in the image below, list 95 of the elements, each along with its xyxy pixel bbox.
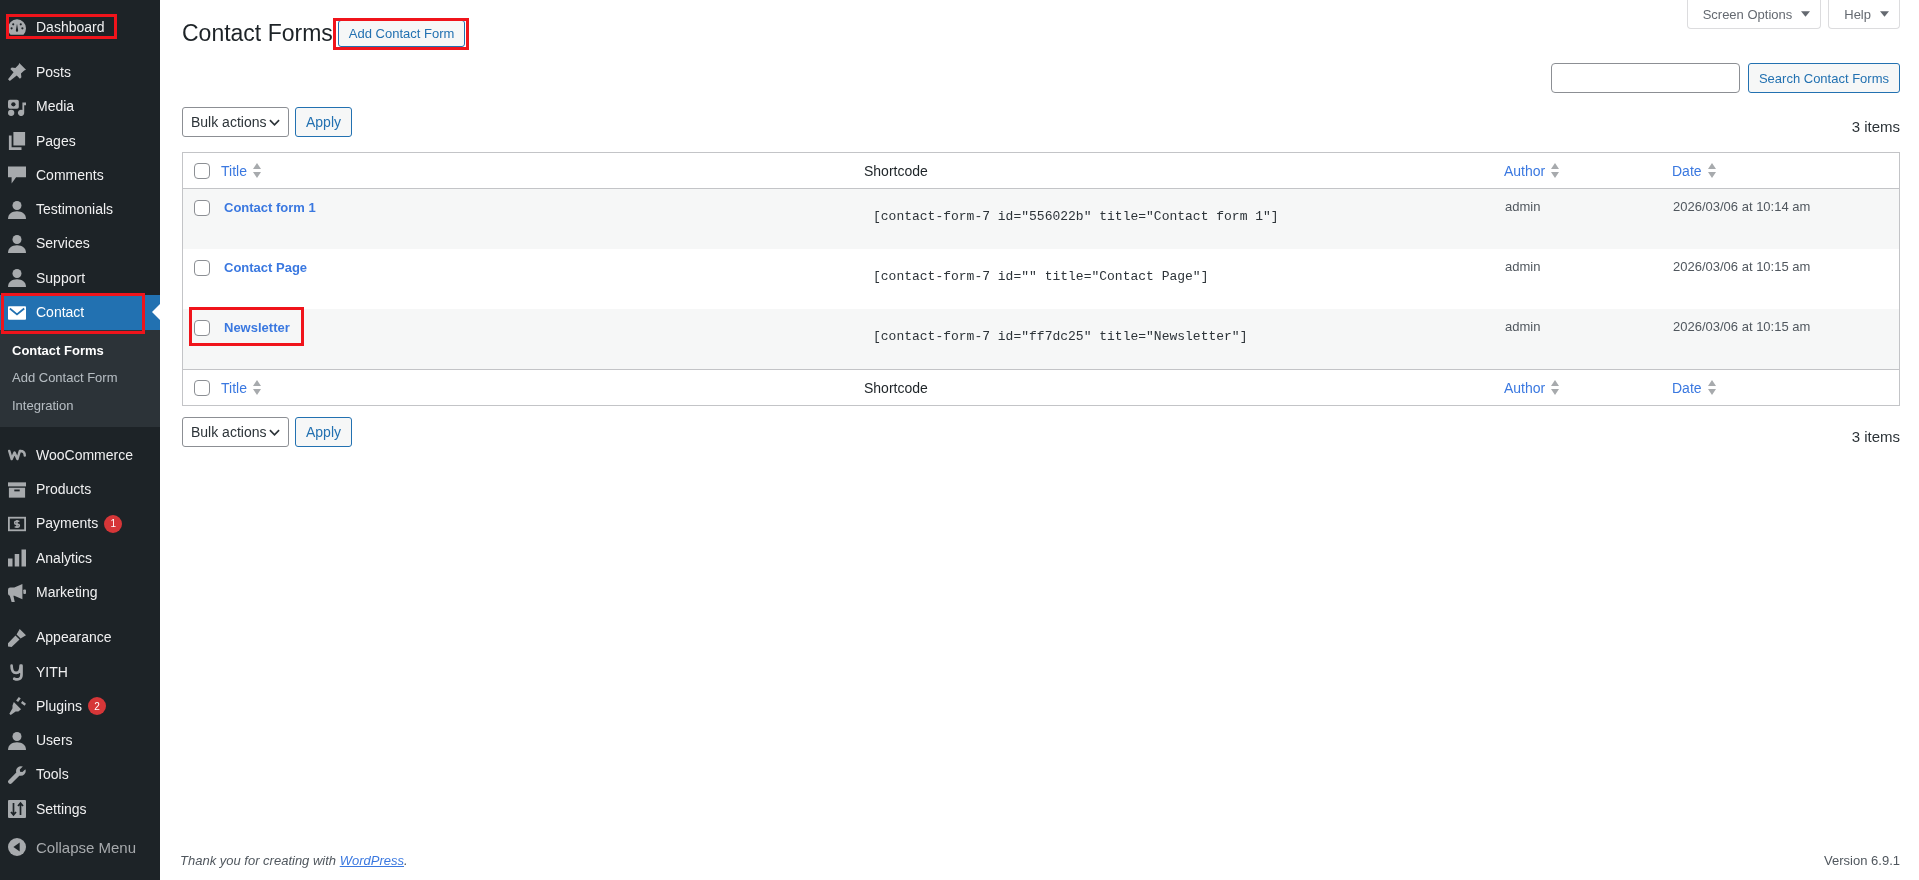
checkbox[interactable] — [194, 200, 210, 216]
shortcode-text: [contact-form-7 id="" title="Contact Page"] — [873, 269, 1209, 284]
menu-item[interactable]: Tools — [0, 757, 160, 793]
menu-item[interactable]: Services — [0, 226, 160, 262]
author-text: admin — [1505, 319, 1541, 334]
sort-arrows-icon — [1551, 163, 1560, 178]
column-heading: Shortcode — [864, 162, 928, 179]
form-title-link[interactable]: Contact form 1 — [224, 198, 316, 217]
page-title: Contact Forms — [182, 19, 333, 48]
chevron-down-icon — [269, 118, 280, 126]
caret-down-icon — [1880, 11, 1889, 17]
caret-down-icon — [1801, 11, 1811, 17]
help-tab[interactable]: Help — [1828, 0, 1900, 29]
item-count: 3 items — [1851, 116, 1900, 135]
apply-button[interactable]: Apply — [295, 417, 353, 447]
checkbox[interactable] — [194, 379, 210, 396]
author-text: admin — [1505, 199, 1541, 214]
column-sort-link[interactable]: Date — [1672, 379, 1716, 396]
menu-item[interactable]: Pages — [0, 123, 160, 159]
menu-item[interactable]: Plugins 2 — [0, 689, 160, 724]
sort-arrows-icon — [1707, 380, 1716, 395]
column-sort-link[interactable]: Author — [1504, 162, 1560, 179]
checkbox[interactable] — [194, 320, 210, 336]
shortcode-text: [contact-form-7 id="ff7dc25" title="Newsletter"] — [873, 329, 1248, 344]
add-new-button[interactable]: Add Contact Form — [337, 20, 466, 47]
pushpin-icon — [8, 63, 26, 82]
bulk-actions-select[interactable]: Bulk actions — [182, 417, 289, 447]
screen-options-tab[interactable]: Screen Options — [1686, 0, 1822, 29]
submenu-item[interactable]: Contact Forms — [0, 336, 160, 365]
archive-box-icon — [8, 480, 26, 499]
letter-y-icon — [8, 663, 26, 682]
person-icon — [8, 234, 26, 253]
column-sort-link[interactable]: Title — [221, 162, 261, 179]
submenu-item[interactable]: Add Contact Form — [0, 364, 160, 392]
menu-item[interactable]: Testimonials — [0, 192, 160, 227]
menu-item[interactable]: Media — [0, 89, 160, 124]
menu-item[interactable]: Comments — [0, 158, 160, 193]
bar-chart-icon — [8, 549, 26, 568]
date-text: 2026/03/06 at 10:15 am — [1673, 259, 1811, 274]
submenu-item[interactable]: Integration — [0, 391, 160, 420]
dollar-bill-icon — [8, 514, 26, 533]
menu-item[interactable]: YITH — [0, 654, 160, 690]
plug-icon — [8, 697, 26, 716]
menu-item[interactable]: Appearance — [0, 620, 160, 655]
menu-item[interactable]: Analytics — [0, 541, 160, 576]
gauge-icon — [8, 18, 26, 37]
megaphone-icon — [8, 583, 26, 602]
paintbrush-icon — [8, 628, 26, 647]
search-field[interactable] — [1550, 63, 1740, 93]
date-text: 2026/03/06 at 10:14 am — [1673, 199, 1811, 214]
speech-bubble-icon — [8, 166, 26, 185]
version-text: Version 6.9.1 — [1824, 853, 1900, 869]
pointer-icon — [152, 304, 160, 321]
pages-icon — [8, 132, 26, 151]
menu-item[interactable]: Support — [0, 261, 160, 296]
notification-badge: 2 — [87, 697, 106, 716]
column-heading: Shortcode — [864, 379, 928, 396]
checkbox[interactable] — [194, 260, 210, 276]
person-icon — [8, 731, 26, 750]
checkbox[interactable] — [194, 162, 210, 179]
notification-badge: 1 — [104, 514, 123, 533]
form-title-link[interactable]: Newsletter — [224, 318, 290, 337]
form-title-link[interactable]: Contact Page — [224, 258, 308, 277]
menu-item[interactable]: Dashboard — [0, 10, 160, 45]
person-icon — [8, 269, 26, 288]
credit-link[interactable]: WordPress — [339, 853, 404, 868]
sort-arrows-icon — [252, 163, 261, 178]
sort-arrows-icon — [1551, 380, 1560, 395]
menu-item[interactable]: WooCommerce — [0, 438, 160, 473]
column-sort-link[interactable]: Title — [221, 379, 261, 396]
menu-item[interactable]: Products — [0, 472, 160, 507]
menu-item[interactable]: Marketing — [0, 575, 160, 610]
collapse-menu-button[interactable]: Collapse Menu — [0, 830, 137, 865]
column-sort-link[interactable]: Author — [1504, 379, 1560, 396]
wrench-icon — [8, 766, 26, 784]
footer-credit: Thank you for creating with WordPress. — [180, 853, 408, 869]
camera-music-icon — [8, 97, 26, 116]
menu-item[interactable]: Users — [0, 723, 160, 758]
envelope-icon — [8, 303, 26, 322]
menu-item[interactable]: Posts — [0, 55, 160, 90]
person-icon — [8, 200, 26, 219]
chevron-down-icon — [269, 428, 280, 436]
apply-button[interactable]: Apply — [295, 107, 353, 137]
item-count: 3 items — [1851, 426, 1900, 445]
sliders-icon — [8, 800, 26, 819]
author-text: admin — [1505, 259, 1541, 274]
bulk-actions-select[interactable]: Bulk actions — [182, 107, 289, 137]
sort-arrows-icon — [1707, 163, 1716, 178]
menu-item[interactable]: Settings — [0, 792, 160, 827]
sort-arrows-icon — [252, 380, 261, 395]
menu-item[interactable]: Payments 1 — [0, 506, 160, 542]
search-button[interactable]: Search Contact Forms — [1747, 63, 1900, 93]
column-sort-link[interactable]: Date — [1672, 162, 1716, 179]
shortcode-text: [contact-form-7 id="556022b" title="Contact form 1"] — [873, 209, 1279, 224]
date-text: 2026/03/06 at 10:15 am — [1673, 319, 1811, 334]
